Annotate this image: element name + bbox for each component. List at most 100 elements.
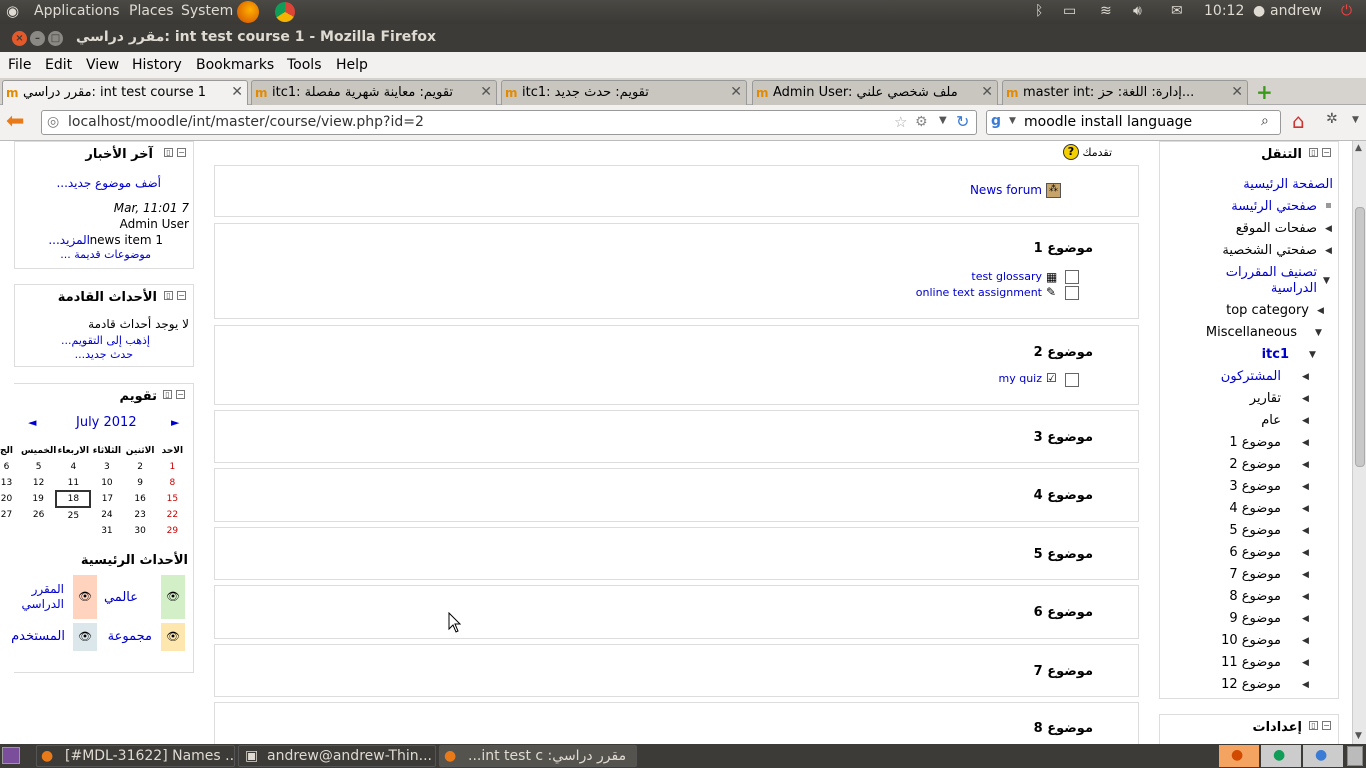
taskbar-item-bug-tracker[interactable]: ● [#MDL-31622] Names ... — [36, 745, 235, 767]
calendar-day[interactable]: 25 — [56, 507, 90, 523]
group-events-toggle[interactable]: 👁︎ — [161, 623, 185, 651]
calendar-day[interactable]: 6 — [0, 459, 21, 475]
expand-icon[interactable]: ◀ — [1302, 394, 1309, 404]
menu-view[interactable]: View — [86, 57, 119, 73]
menu-edit[interactable]: Edit — [45, 57, 72, 73]
calendar-day[interactable]: 26 — [21, 507, 56, 523]
tab-admin-profile[interactable]: m Admin User: ملف شخصي علني ✕ — [752, 80, 998, 105]
search-engine-dropdown-icon[interactable]: ▼ — [1009, 116, 1016, 126]
block-collapse-icon[interactable]: − — [177, 148, 186, 157]
nav-topic-6[interactable]: موضوع 6 — [1229, 545, 1281, 560]
user-events-toggle[interactable]: 👁︎ — [73, 623, 97, 651]
expand-icon[interactable]: ◀ — [1302, 658, 1309, 668]
global-events-toggle[interactable]: 👁︎ — [161, 575, 185, 619]
expand-icon[interactable]: ◀ — [1302, 636, 1309, 646]
calendar-day[interactable]: 10 — [90, 475, 123, 491]
user-events-link[interactable]: المستخدم — [11, 629, 65, 644]
google-icon[interactable]: g — [991, 113, 1001, 129]
back-icon[interactable]: ⬅ — [6, 109, 24, 134]
calendar-day[interactable]: 29 — [157, 523, 188, 539]
tab-calendar-month[interactable]: m itc1: تقويم: معاينة شهرية مفصلة ✕ — [251, 80, 497, 105]
block-dock-icon[interactable]: ▯ — [1309, 148, 1318, 157]
calendar-day[interactable]: 15 — [157, 491, 188, 507]
close-tab-icon[interactable]: ✕ — [231, 84, 243, 100]
expand-icon[interactable]: ◀ — [1302, 592, 1309, 602]
clock[interactable]: 10:12 — [1204, 3, 1244, 19]
expand-icon[interactable]: ◀ — [1302, 570, 1309, 580]
global-events-link[interactable]: عالمي — [104, 590, 138, 605]
calendar-day[interactable]: 23 — [124, 507, 157, 523]
expand-icon[interactable]: ◀ — [1302, 504, 1309, 514]
expand-icon[interactable]: ◀ — [1302, 460, 1309, 470]
nav-topic-1[interactable]: موضوع 1 — [1229, 435, 1281, 450]
new-event-link[interactable]: حدث جديد... — [75, 348, 133, 361]
taskbar-item-firefox-active[interactable]: ● مقرر دراسي: int test c... — [439, 745, 637, 767]
nav-miscellaneous[interactable]: Miscellaneous — [1206, 325, 1297, 340]
nav-top-category[interactable]: top category — [1226, 303, 1309, 318]
block-collapse-icon[interactable]: − — [177, 291, 186, 300]
home-icon[interactable]: ⌂ — [1292, 109, 1305, 133]
bookmark-star-icon[interactable]: ☆ — [894, 113, 907, 131]
goto-calendar-link[interactable]: إذهب إلى التقويم... — [61, 334, 150, 347]
calendar-day[interactable]: 16 — [124, 491, 157, 507]
taskbar-item-terminal[interactable]: ▣ andrew@andrew-Thin... — [238, 745, 436, 767]
nav-myhome-link[interactable]: صفحتي الرئيسة — [1231, 199, 1317, 214]
calendar-day[interactable]: 11 — [56, 475, 90, 491]
expand-icon[interactable]: ◀ — [1302, 416, 1309, 426]
nav-participants-link[interactable]: المشتركون — [1221, 369, 1281, 384]
news-forum-link[interactable]: News forum — [970, 183, 1042, 197]
menu-help[interactable]: Help — [336, 57, 368, 73]
block-collapse-icon[interactable]: − — [1322, 148, 1331, 157]
nav-my-profile[interactable]: صفحتي الشخصية — [1222, 243, 1317, 258]
nav-topic-9[interactable]: موضوع 9 — [1229, 611, 1281, 626]
system-menu[interactable]: System — [181, 3, 233, 19]
nav-topic-5[interactable]: موضوع 5 — [1229, 523, 1281, 538]
calendar-day[interactable]: 20 — [0, 491, 21, 507]
my-quiz-link[interactable]: my quiz — [998, 372, 1042, 385]
nav-topic-10[interactable]: موضوع 10 — [1221, 633, 1281, 648]
menu-tools[interactable]: Tools — [287, 57, 322, 73]
block-dock-icon[interactable]: ▯ — [1309, 721, 1318, 730]
tab-course[interactable]: m مقرر دراسي: int test course 1 ✕ — [2, 80, 248, 106]
block-dock-icon[interactable]: ▯ — [164, 291, 173, 300]
calendar-day[interactable]: 1 — [157, 459, 188, 475]
trash-icon[interactable] — [1347, 746, 1363, 766]
page-scrollbar[interactable]: ▲ ▼ — [1352, 141, 1366, 744]
add-topic-link[interactable]: أضف موضوع جديد... — [56, 176, 161, 190]
nav-topic-2[interactable]: موضوع 2 — [1229, 457, 1281, 472]
addon-toolbar-icon[interactable]: ✲ — [1326, 111, 1338, 127]
nav-topic-12[interactable]: موضوع 12 — [1221, 677, 1281, 692]
course-events-link[interactable]: المقرر الدراسي — [14, 582, 64, 612]
mail-icon[interactable]: ✉ — [1171, 3, 1183, 19]
places-menu[interactable]: Places — [129, 3, 174, 19]
online-text-assignment-link[interactable]: online text assignment — [916, 286, 1042, 299]
scroll-up-icon[interactable]: ▲ — [1355, 143, 1362, 153]
calendar-day[interactable] — [56, 523, 90, 539]
search-icon[interactable]: ⌕ — [1261, 113, 1269, 129]
calendar-day[interactable]: 30 — [124, 523, 157, 539]
calendar-day[interactable]: 31 — [90, 523, 123, 539]
maximize-window-icon[interactable]: □ — [48, 31, 63, 46]
help-icon[interactable]: ? — [1063, 144, 1079, 160]
chrome-launcher-icon[interactable] — [275, 2, 295, 22]
news-more-link[interactable]: المزيد... — [48, 233, 90, 247]
applications-menu[interactable]: Applications — [34, 3, 120, 19]
expand-icon[interactable]: ◀ — [1325, 224, 1332, 234]
calendar-day[interactable]: 8 — [157, 475, 188, 491]
nav-topic-3[interactable]: موضوع 3 — [1229, 479, 1281, 494]
nav-courses-link[interactable]: تصنيف المقررات الدراسية — [1207, 265, 1317, 297]
completion-checkbox[interactable] — [1065, 373, 1079, 387]
close-tab-icon[interactable]: ✕ — [730, 84, 742, 100]
nav-general[interactable]: عام — [1261, 413, 1281, 428]
calendar-day[interactable]: 4 — [56, 459, 90, 475]
expand-icon[interactable]: ◀ — [1302, 526, 1309, 536]
collapse-icon[interactable]: ▼ — [1315, 328, 1322, 338]
power-icon[interactable]: ⏻ — [1341, 3, 1352, 19]
collapse-icon[interactable]: ▼ — [1309, 350, 1316, 360]
block-dock-icon[interactable]: ▯ — [163, 390, 172, 399]
calendar-day[interactable] — [0, 523, 21, 539]
scroll-down-icon[interactable]: ▼ — [1355, 731, 1362, 741]
nav-home-link[interactable]: الصفحة الرئيسية — [1243, 177, 1333, 192]
bluetooth-icon[interactable]: ᛒ — [1035, 3, 1043, 19]
block-collapse-icon[interactable]: − — [1322, 721, 1331, 730]
